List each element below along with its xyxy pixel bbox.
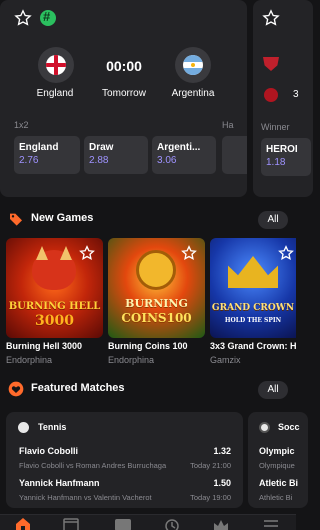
match-description: Olympique [259, 461, 295, 470]
home-icon[interactable] [14, 517, 32, 530]
odds-value[interactable]: 1.32 [213, 446, 231, 456]
favorite-star-icon[interactable] [181, 245, 197, 261]
game-art-subtitle: HOLD THE SPIN [224, 317, 282, 324]
odd-home-value: 2.76 [19, 155, 39, 166]
betslip-icon[interactable] [114, 517, 132, 530]
match-card[interactable]: England 00:00 Tomorrow Argentina 1x2 Ha … [0, 0, 247, 197]
match-time: Today 21:00 [190, 461, 231, 470]
crown-art [228, 256, 278, 288]
favorite-star-icon[interactable] [262, 9, 280, 27]
odd-home-label: England [19, 142, 59, 153]
favorite-star-icon[interactable] [79, 245, 95, 261]
favorite-star-icon[interactable] [278, 245, 294, 261]
game-provider: Endorphina [108, 355, 155, 365]
bet-builder-icon [40, 9, 56, 26]
match-time: Tomorrow [102, 88, 146, 99]
match-description: Yannick Hanfmann vs Valentin Vacherot [19, 493, 152, 502]
odds-value[interactable]: 1.50 [213, 478, 231, 488]
game-art-title: BURNING [125, 297, 188, 310]
winner-label: Winner [261, 122, 290, 132]
tag-icon [10, 213, 22, 226]
match-description: Flavio Cobolli vs Roman Andres Burruchag… [19, 461, 167, 470]
odd-heroic-label: HEROI [266, 144, 298, 155]
team-logo-icon [263, 57, 279, 71]
odd-away[interactable]: Argenti... 3.06 [152, 136, 216, 174]
casino-icon[interactable] [62, 517, 80, 530]
game-tile-grand-crown[interactable]: GRAND CROWN HOLD THE SPIN [210, 238, 296, 338]
favorite-star-icon[interactable] [14, 9, 32, 27]
bottom-navigation [0, 514, 296, 530]
odd-away-value: 3.06 [157, 155, 177, 166]
odd-heroic-value: 1.18 [266, 157, 286, 168]
player-name: Atletic Bi [259, 478, 299, 488]
featured-match-card-tennis[interactable]: Tennis Flavio Cobolli Flavio Cobolli vs … [6, 412, 243, 508]
tennis-ball-icon [18, 422, 29, 433]
player-name: Flavio Cobolli [19, 446, 79, 456]
team-logo-icon [264, 88, 278, 102]
odd-draw[interactable]: Draw 2.88 [84, 136, 148, 174]
odd-peek[interactable] [222, 136, 247, 174]
match-score: 00:00 [106, 58, 142, 74]
game-tile-burning-coins[interactable]: BURNING COINS100 [108, 238, 205, 338]
game-art-subtitle: COINS100 [121, 311, 192, 325]
featured-matches-all-button[interactable]: All [258, 381, 288, 399]
game-tile-burning-hell[interactable]: BURNING HELL 3000 [6, 238, 103, 338]
sport-label: Socc [278, 422, 300, 432]
menu-icon[interactable] [262, 517, 280, 530]
heart-icon [8, 381, 24, 397]
game-art-subtitle: 3000 [35, 313, 74, 329]
new-games-all-button[interactable]: All [258, 211, 288, 229]
away-team-name: Argentina [171, 88, 215, 99]
crown-icon[interactable] [212, 517, 230, 530]
player-name: Olympic [259, 446, 295, 456]
match-description: Athletic Bi [259, 493, 293, 502]
argentina-flag-icon [175, 47, 211, 83]
next-match-card[interactable]: 3 Winner HEROI 1.18 [253, 0, 313, 197]
odd-home[interactable]: England 2.76 [14, 136, 80, 174]
coin-art [136, 250, 176, 290]
odd-draw-value: 2.88 [89, 155, 109, 166]
game-provider: Gamzix [210, 355, 241, 365]
match-time: Today 19:00 [190, 493, 231, 502]
game-name[interactable]: Burning Hell 3000 [6, 341, 103, 351]
next-match-score: 3 [293, 89, 299, 100]
game-provider: Endorphina [6, 355, 53, 365]
odd-draw-label: Draw [89, 142, 114, 153]
live-clock-icon[interactable] [163, 517, 181, 530]
market-label: 1x2 [14, 120, 29, 130]
game-name[interactable]: Burning Coins 100 [108, 341, 205, 351]
odd-away-label: Argenti... [157, 142, 201, 153]
featured-matches-title: Featured Matches [31, 382, 125, 394]
new-games-title: New Games [31, 212, 94, 224]
game-art-title: GRAND CROWN [211, 303, 295, 313]
soccer-ball-icon [259, 422, 270, 433]
odd-heroic[interactable]: HEROI 1.18 [261, 138, 311, 176]
player-name: Yannick Hanfmann [19, 478, 100, 488]
featured-match-card-soccer[interactable]: Socc Olympic Olympique Atletic Bi Athlet… [248, 412, 308, 508]
game-art-title: BURNING HELL [8, 301, 101, 312]
game-name[interactable]: 3x3 Grand Crown: H... [210, 341, 296, 351]
home-team-name: England [36, 88, 74, 99]
england-flag-icon [38, 47, 74, 83]
sport-label: Tennis [38, 422, 67, 432]
market-label-peek: Ha [222, 120, 234, 130]
